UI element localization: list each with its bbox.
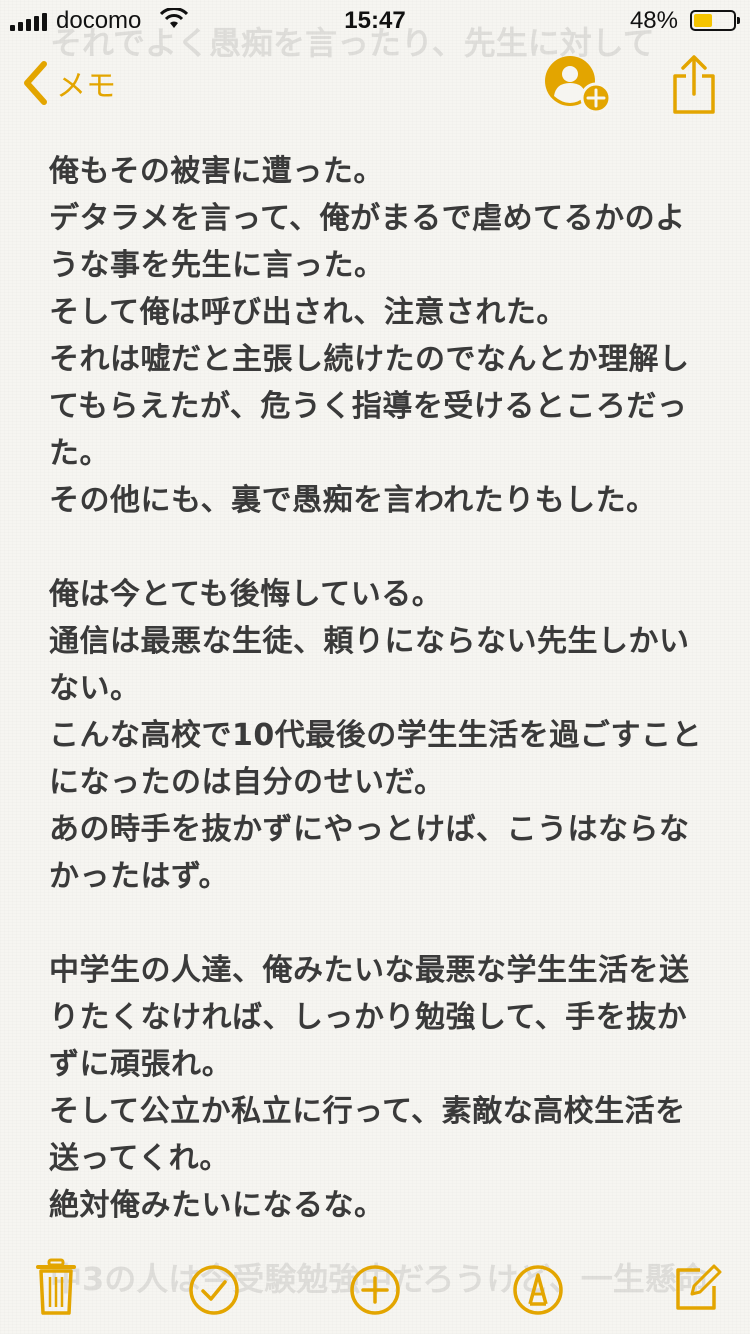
battery-icon [690, 10, 740, 31]
note-line: そして公立か私立に行って、素敵な高校生活を [49, 1094, 686, 1129]
note-line: た。 [49, 436, 110, 471]
share-icon [673, 55, 715, 114]
note-line: てもらえたが、危うく指導を受けるところだっ [49, 389, 688, 424]
bottom-toolbar [0, 1258, 750, 1322]
back-button[interactable]: メモ [20, 60, 116, 106]
note-line: その他にも、裏で愚痴を言われたりもした。 [49, 483, 657, 518]
note-line: 俺もその被害に遭った。 [49, 154, 384, 189]
note-line: 絶対俺みたいになるな。 [49, 1188, 385, 1223]
note-line: 通信は最悪な生徒、頼りにならない先生しかい [49, 624, 690, 659]
note-line: こんな高校で10代最後の学生生活を過ごすこと [49, 718, 703, 753]
note-body[interactable]: 俺もその被害に遭った。デタラメを言って、俺がまるで虐めてるかのよ うな事を先生に言… [49, 148, 709, 1229]
battery-percent: 48% [629, 7, 678, 34]
status-bar: docomo 15:47 48% [0, 0, 750, 40]
share-button[interactable] [670, 54, 718, 116]
add-people-button[interactable] [543, 54, 615, 118]
note-line: かったはず。 [49, 859, 229, 894]
battery-level [694, 14, 712, 27]
note-line: そして俺は呼び出され、注意された。 [49, 295, 567, 330]
checklist-button[interactable] [188, 1264, 240, 1316]
markup-button[interactable] [512, 1264, 564, 1316]
add-attachment-button[interactable] [349, 1264, 401, 1316]
checklist-icon [189, 1265, 239, 1315]
note-line: 中学生の人達、俺みたいな最悪な学生生活を送 [49, 953, 690, 988]
note-line: になったのは自分のせいだ。 [49, 765, 445, 800]
compose-button[interactable] [674, 1262, 722, 1312]
add-person-icon [545, 56, 612, 114]
trash-icon [36, 1258, 76, 1315]
note-line: デタラメを言って、俺がまるで虐めてるかのよ [49, 201, 686, 236]
nav-bar: メモ [0, 48, 750, 128]
note-line: ない。 [49, 671, 141, 706]
chevron-left-icon [24, 61, 47, 105]
note-line: りたくなければ、しっかり勉強して、手を抜か [49, 1000, 688, 1035]
back-label: メモ [56, 69, 116, 104]
note-line: あの時手を抜かずにやっとけば、こうはならな [49, 812, 690, 847]
note-line: うな事を先生に言った。 [49, 248, 385, 283]
markup-icon [513, 1265, 563, 1315]
note-line: 俺は今とても後悔している。 [49, 577, 443, 612]
note-line: それは嘘だと主張し続けたのでなんとか理解し [49, 342, 690, 377]
add-icon [350, 1265, 400, 1315]
note-line: ずに頑張れ。 [49, 1047, 233, 1082]
note-line: 送ってくれ。 [49, 1141, 230, 1176]
delete-button[interactable] [36, 1258, 76, 1316]
compose-icon [676, 1264, 722, 1310]
